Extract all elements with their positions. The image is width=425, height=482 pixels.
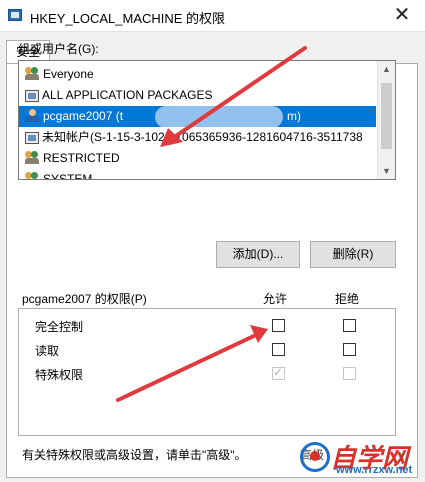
groups-listbox[interactable]: Everyone ALL APPLICATION PACKAGES pcgame20… <box>18 60 396 180</box>
deny-checkbox[interactable] <box>343 343 356 356</box>
watermark-url: www.rrzxw.net <box>336 464 413 476</box>
allow-checkbox: ✓ <box>272 365 285 380</box>
allow-column-header: 允许 <box>263 292 288 306</box>
window-title: HKEY_LOCAL_MACHINE 的权限 <box>30 11 226 26</box>
deny-checkbox <box>343 367 356 380</box>
permission-row: 读取 <box>19 339 395 361</box>
package-icon <box>25 90 39 102</box>
group-icon <box>25 151 40 165</box>
add-button[interactable]: 添加(D)... <box>216 241 300 268</box>
list-item-label: pcgame2007 (t <box>43 109 124 123</box>
redacted-email <box>155 106 283 127</box>
deny-column-header: 拒绝 <box>335 292 360 306</box>
list-item[interactable]: Everyone <box>19 64 376 85</box>
allow-checkbox[interactable] <box>272 319 285 332</box>
allow-checkbox[interactable] <box>272 343 285 356</box>
groups-label: 组或用户名(G): <box>18 42 99 56</box>
list-item-label: RESTRICTED <box>43 151 120 165</box>
listbox-scrollbar[interactable]: ▲ ▼ <box>377 61 395 179</box>
list-item[interactable]: ALL APPLICATION PACKAGES <box>19 85 376 106</box>
list-item-label: SYSTEM <box>43 172 93 180</box>
scroll-up-icon[interactable]: ▲ <box>378 61 395 77</box>
permissions-label: pcgame2007 的权限(P) <box>22 292 147 306</box>
list-item[interactable]: pcgame2007 (t m) <box>19 106 376 127</box>
scroll-down-icon[interactable]: ▼ <box>378 163 395 179</box>
list-item[interactable]: RESTRICTED <box>19 148 376 169</box>
watermark-mark-icon <box>300 442 330 472</box>
close-button[interactable]: ✕ <box>379 0 425 32</box>
registry-icon <box>8 9 22 21</box>
permissions-list: 完全控制读取特殊权限 ✓ <box>18 308 396 436</box>
deny-checkbox[interactable] <box>343 319 356 332</box>
package-icon <box>25 132 39 144</box>
remove-button[interactable]: 删除(R) <box>310 241 396 268</box>
permission-name: 特殊权限 <box>35 368 84 382</box>
list-item[interactable]: 未知帐户(S-1-15-3-1024-1065365936-1281604716… <box>19 127 376 148</box>
list-item-label: 未知帐户(S-1-15-3-1024-1065365936-1281604716… <box>42 130 363 144</box>
watermark-logo: 自学网 www.rrzxw.net <box>300 438 420 478</box>
advanced-hint: 有关特殊权限或高级设置，请单击"高级"。 <box>22 448 247 462</box>
permission-row: 特殊权限 ✓ <box>19 363 395 385</box>
permission-row: 完全控制 <box>19 315 395 337</box>
group-icon <box>25 67 40 81</box>
check-icon: ✓ <box>273 365 284 379</box>
scroll-thumb[interactable] <box>381 83 392 149</box>
permission-name: 完全控制 <box>35 320 84 334</box>
user-icon <box>25 109 40 123</box>
list-item-label: Everyone <box>43 67 94 81</box>
title-bar: HKEY_LOCAL_MACHINE 的权限 ✕ <box>0 0 425 32</box>
group-icon <box>25 172 40 179</box>
list-item-label: ALL APPLICATION PACKAGES <box>42 88 213 102</box>
permission-name: 读取 <box>35 344 60 358</box>
list-item[interactable]: SYSTEM <box>19 169 376 180</box>
list-item-label-end: m) <box>287 109 301 123</box>
